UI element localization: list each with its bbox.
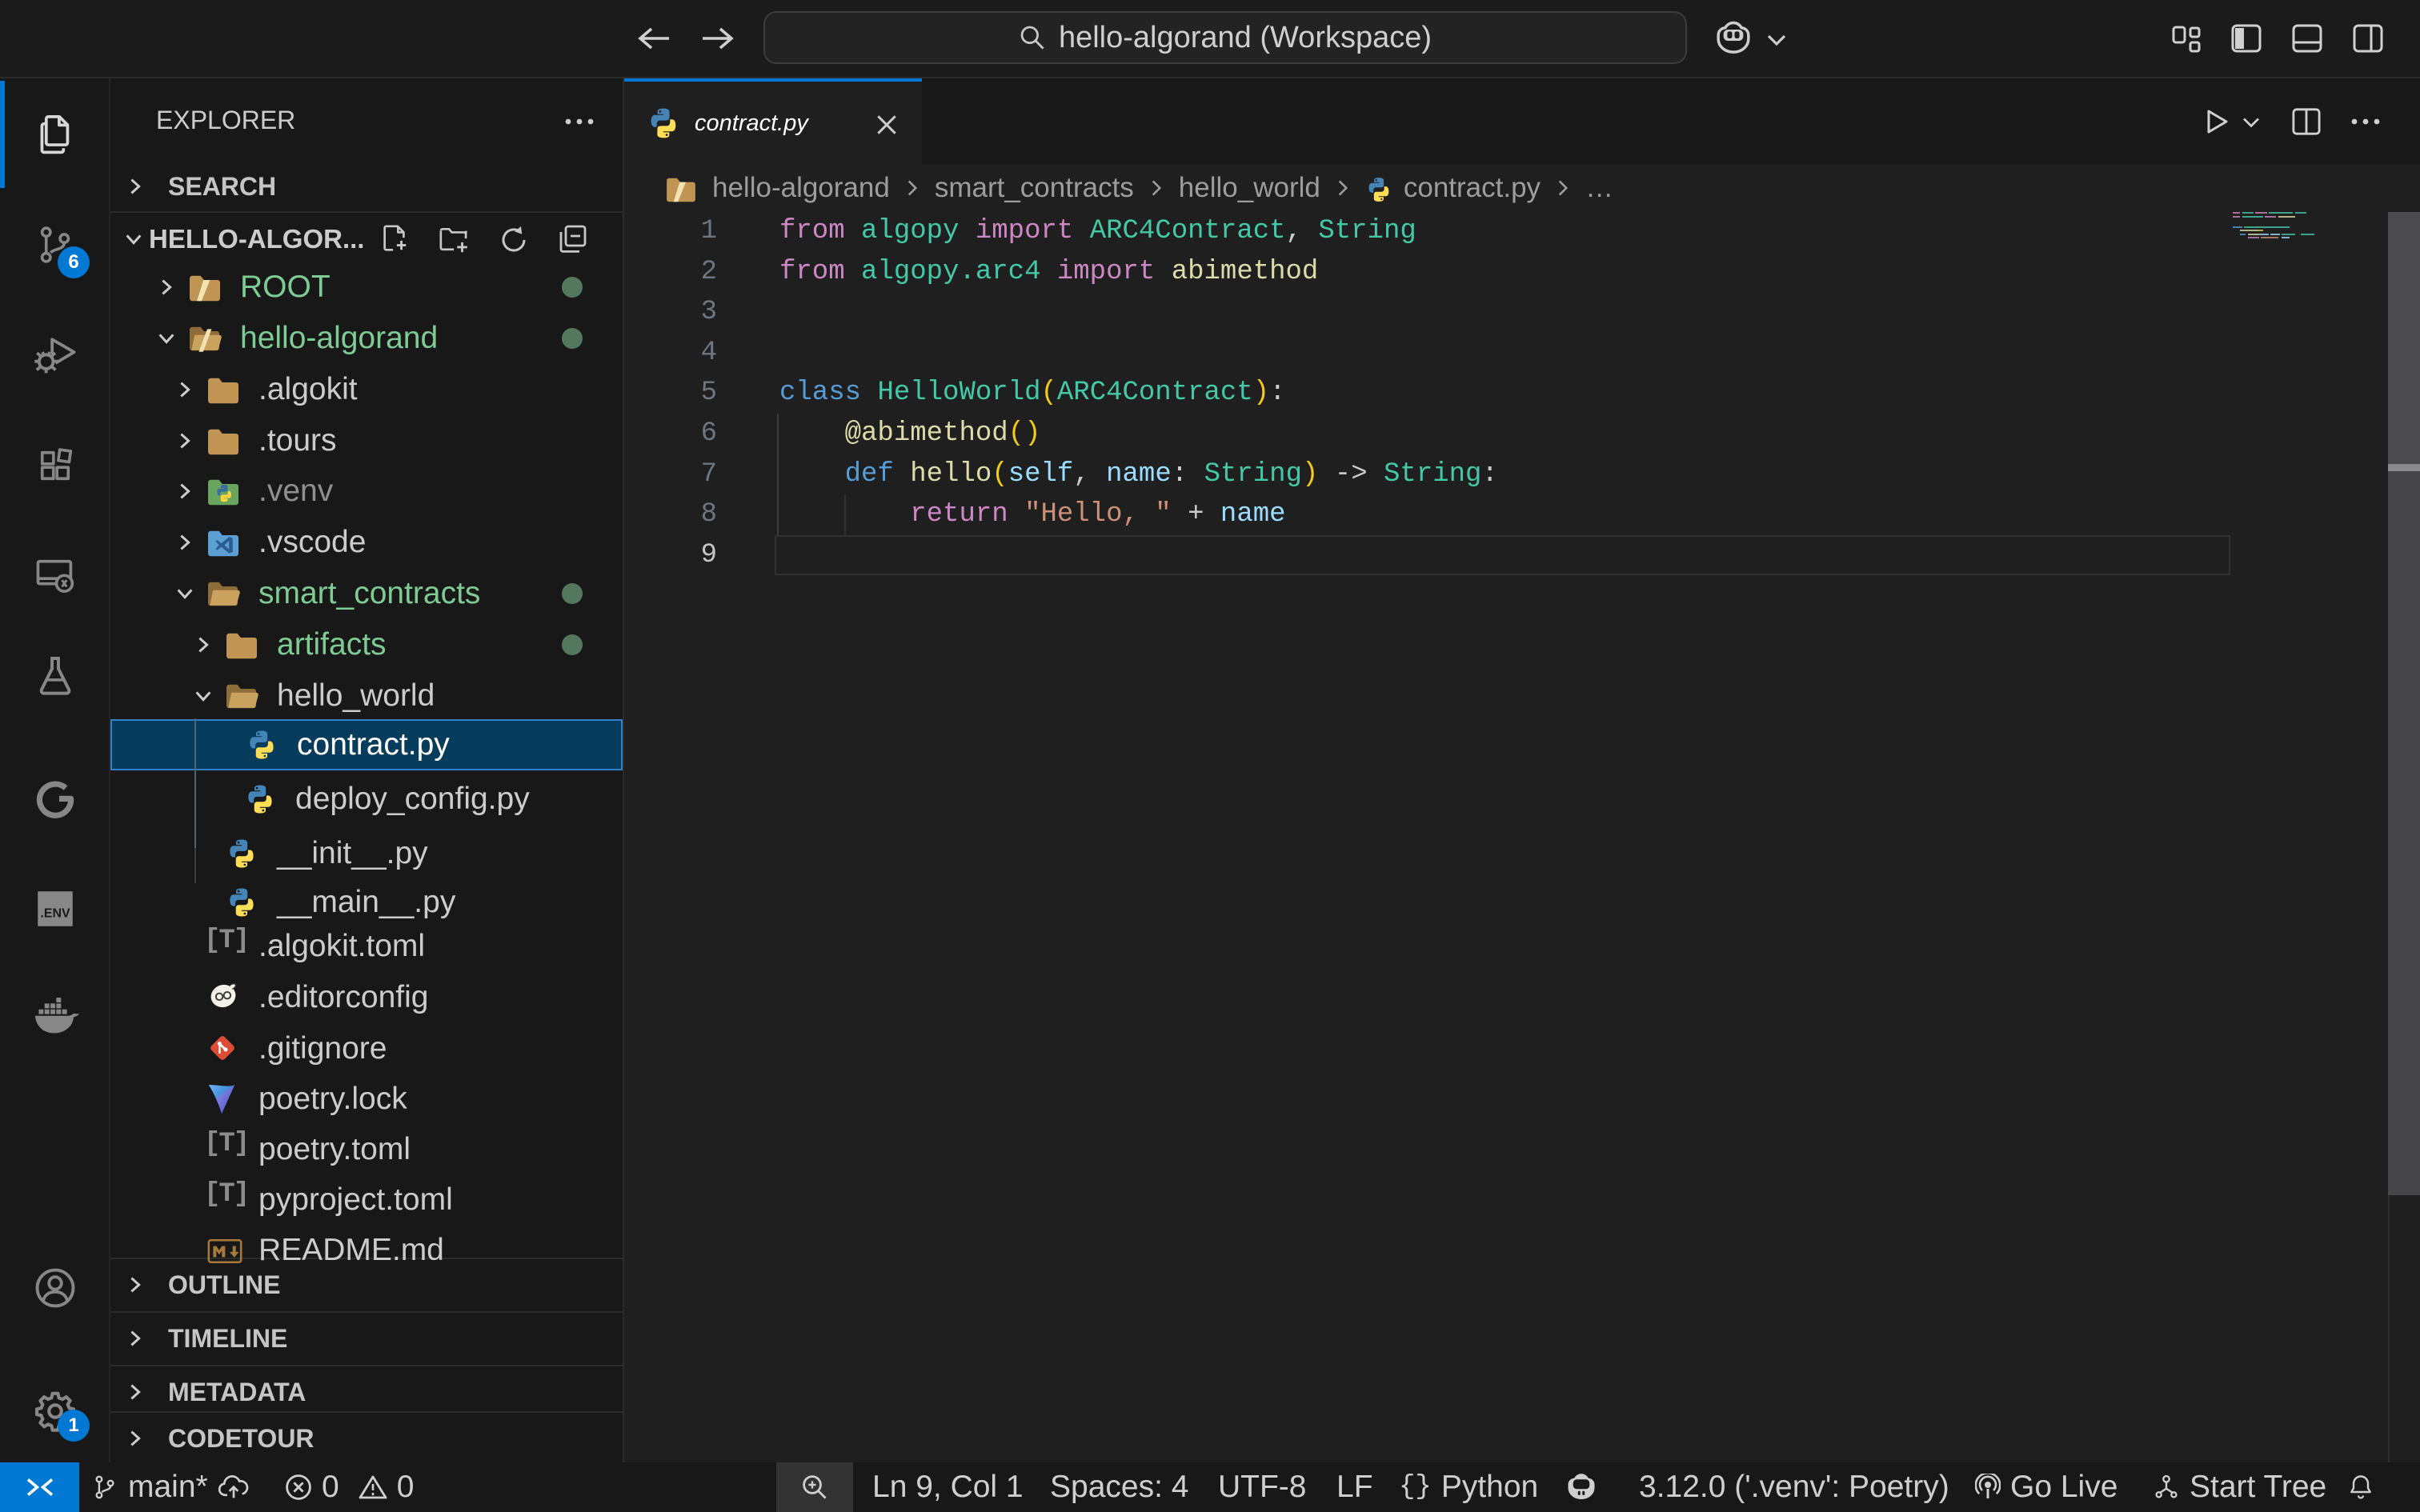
svg-text:.ENV: .ENV [40,906,70,920]
